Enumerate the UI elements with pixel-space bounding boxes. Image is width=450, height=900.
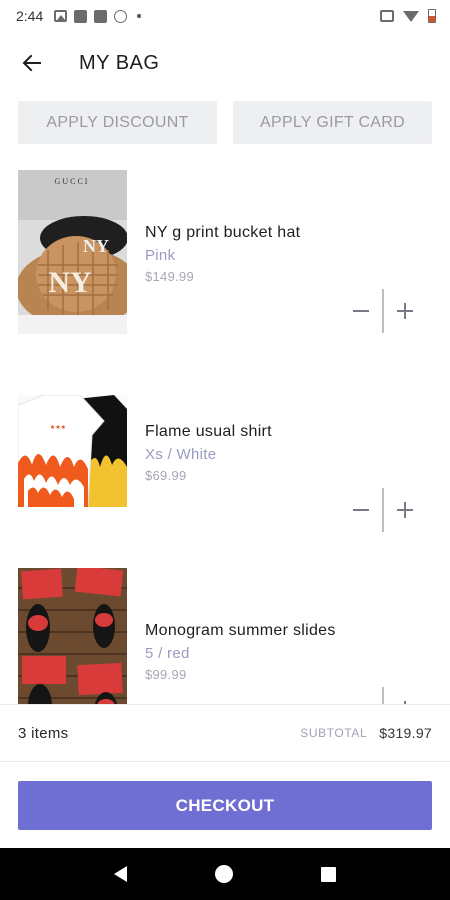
apply-gift-card-button[interactable]: APPLY GIFT CARD <box>233 101 432 144</box>
quantity-stepper <box>344 288 428 334</box>
quantity-divider <box>382 687 384 704</box>
decrease-quantity-button[interactable] <box>344 692 378 704</box>
product-thumbnail-summer-slides[interactable] <box>18 568 127 704</box>
decrease-quantity-button[interactable] <box>344 294 378 328</box>
accessibility-notification-icon <box>114 9 128 23</box>
decrease-quantity-button[interactable] <box>344 493 378 527</box>
bag-items-list[interactable]: GUCCI NY NY NY g print bucket hat Pink $… <box>0 168 450 704</box>
bag-item: ★★★ Flame usual shirt Xs / White $69.99 <box>0 367 450 547</box>
quantity-divider <box>382 488 384 532</box>
system-navigation-bar <box>0 848 450 900</box>
action-buttons: APPLY DISCOUNT APPLY GIFT CARD <box>18 101 432 144</box>
quantity-divider <box>382 289 384 333</box>
item-variant: Xs / White <box>145 446 217 463</box>
arrow-left-icon <box>22 54 41 72</box>
subtotal-value: $319.97 <box>379 725 432 741</box>
item-price: $99.99 <box>145 667 187 682</box>
minus-icon <box>353 509 369 511</box>
summer-slides-image <box>18 568 127 704</box>
item-info: NY g print bucket hat Pink $149.99 <box>145 224 300 284</box>
plus-icon <box>396 303 413 319</box>
quantity-stepper <box>344 487 428 533</box>
items-count: 3 items <box>18 724 69 742</box>
nav-home-icon[interactable] <box>215 865 233 883</box>
item-variant: Pink <box>145 247 176 264</box>
svg-text:NY: NY <box>48 266 92 299</box>
item-variant: 5 / red <box>145 645 190 662</box>
status-right <box>380 9 436 23</box>
svg-text:NY: NY <box>83 236 109 256</box>
gucci-logo-text: GUCCI <box>55 177 90 186</box>
bag-summary: 3 items SUBTOTAL $319.97 <box>0 704 450 762</box>
apply-discount-button[interactable]: APPLY DISCOUNT <box>18 101 217 144</box>
increase-quantity-button[interactable] <box>388 692 422 704</box>
checkout-button[interactable]: CHECKOUT <box>18 781 432 830</box>
svg-text:★★★: ★★★ <box>50 424 66 431</box>
status-bar: 2:44 <box>0 0 450 32</box>
battery-icon <box>428 9 436 23</box>
quantity-stepper <box>344 686 428 704</box>
nav-back-icon[interactable] <box>114 866 127 882</box>
minus-icon <box>353 310 369 312</box>
more-notifications-icon <box>137 14 142 18</box>
item-info: Monogram summer slides 5 / red $99.99 <box>145 622 336 682</box>
item-info: Flame usual shirt Xs / White $69.99 <box>145 423 272 483</box>
wifi-icon <box>403 10 419 22</box>
image-notification-icon <box>54 10 68 22</box>
product-thumbnail-bucket-hat[interactable]: GUCCI NY NY <box>18 170 127 334</box>
flame-shirt-image: ★★★ <box>18 395 127 507</box>
app-notification-icon-2 <box>94 9 108 23</box>
bag-item: Monogram summer slides 5 / red $99.99 <box>0 566 450 704</box>
app-notification-icon <box>74 9 88 23</box>
status-time: 2:44 <box>16 8 44 24</box>
item-price: $69.99 <box>145 468 187 483</box>
page-title: MY BAG <box>79 51 160 74</box>
status-left: 2:44 <box>16 8 142 24</box>
nav-recent-apps-icon[interactable] <box>321 866 336 882</box>
product-thumbnail-flame-shirt[interactable]: ★★★ <box>18 395 127 507</box>
bag-item: GUCCI NY NY NY g print bucket hat Pink $… <box>0 168 450 348</box>
back-button[interactable] <box>19 50 45 76</box>
plus-icon <box>396 502 413 518</box>
subtotal-label: SUBTOTAL <box>300 726 368 740</box>
increase-quantity-button[interactable] <box>388 493 422 527</box>
item-name[interactable]: NY g print bucket hat <box>145 224 300 242</box>
bucket-hat-image: GUCCI NY NY <box>18 170 127 334</box>
header: MY BAG <box>0 40 450 86</box>
item-name[interactable]: Flame usual shirt <box>145 423 272 441</box>
vibrate-icon <box>380 10 394 22</box>
increase-quantity-button[interactable] <box>388 294 422 328</box>
item-price: $149.99 <box>145 269 195 284</box>
item-name[interactable]: Monogram summer slides <box>145 622 336 640</box>
